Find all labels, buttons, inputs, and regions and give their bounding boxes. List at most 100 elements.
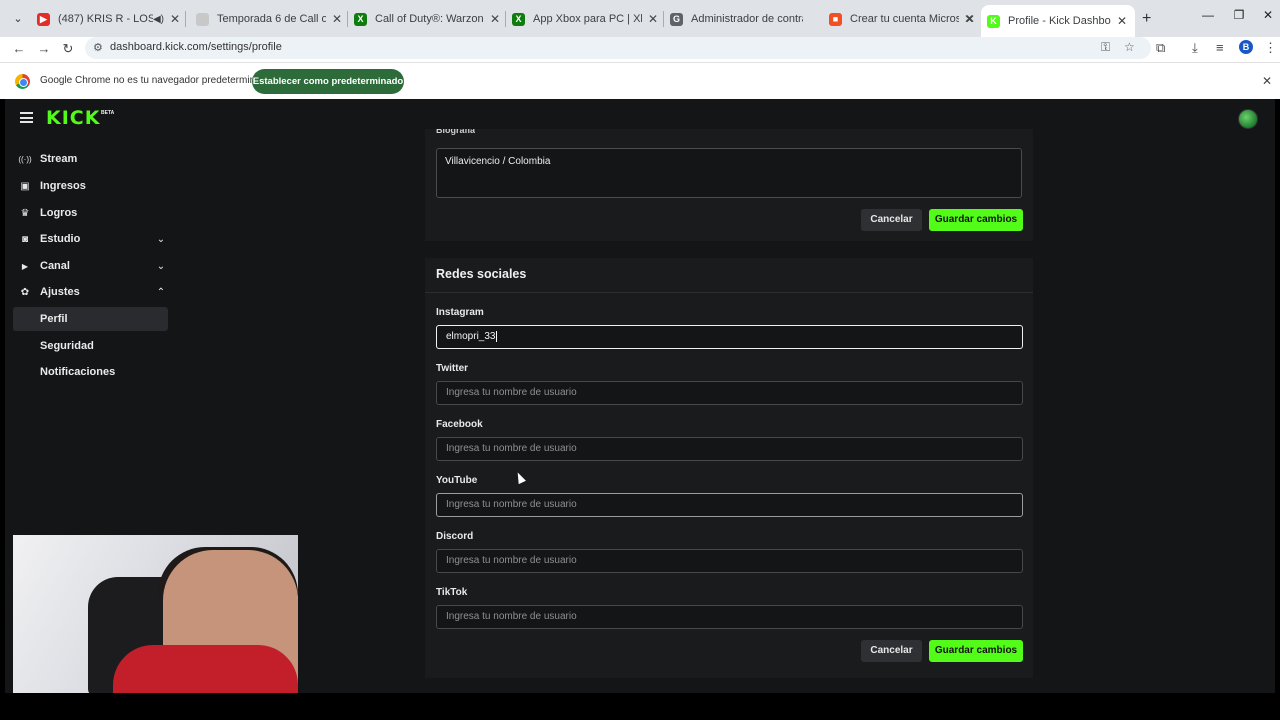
facebook-input[interactable]: Ingresa tu nombre de usuario [436, 437, 1023, 461]
sidebar-item-label: Notificaciones [40, 366, 116, 378]
sidebar-item-ajustes[interactable]: ✿ Ajustes ⌃ [13, 280, 168, 304]
screen: ⌄ ▶ (487) KRIS R - LOS CACORR ◀) ✕ Tempo… [0, 0, 1280, 720]
url-text[interactable]: dashboard.kick.com/settings/profile [110, 41, 282, 53]
tab-title: Call of Duty®: Warzone™ | Xbo [375, 13, 484, 25]
trophy-icon: ♛ [20, 207, 30, 219]
close-icon[interactable]: ✕ [1115, 14, 1129, 28]
infobar-close-icon[interactable]: ✕ [1262, 74, 1272, 88]
social-save-button[interactable]: Guardar cambios [929, 640, 1023, 662]
tiktok-input[interactable]: Ingresa tu nombre de usuario [436, 605, 1023, 629]
xbox-icon: X [512, 12, 525, 26]
page-icon [196, 12, 209, 26]
set-default-button[interactable]: Establecer como predeterminado [252, 69, 404, 94]
sidebar-item-label: Seguridad [40, 340, 94, 352]
tab-title: Profile - Kick Dashboard [1008, 15, 1111, 27]
kick-icon: K [987, 14, 1000, 28]
sidebar-item-label: Perfil [40, 313, 68, 325]
tab-title: Crear tu cuenta Microsoft [850, 13, 959, 25]
hamburger-menu-icon[interactable] [20, 112, 33, 123]
close-icon[interactable]: ✕ [488, 12, 502, 26]
sidebar-item-label: Stream [40, 153, 78, 165]
tab-xbox-app[interactable]: X App Xbox para PC | Xbox ✕ [512, 8, 664, 30]
tab-warzone[interactable]: X Call of Duty®: Warzone™ | Xbo ✕ [354, 8, 506, 30]
divider [425, 292, 1033, 293]
tab-title: App Xbox para PC | Xbox [533, 13, 642, 25]
close-icon[interactable]: ✕ [330, 12, 344, 26]
new-tab-icon[interactable]: + [1142, 10, 1151, 28]
close-icon[interactable]: ✕ [646, 12, 660, 26]
sidebar-item-label: Logros [40, 207, 78, 219]
close-icon[interactable]: ✕ [963, 12, 977, 26]
bio-save-button[interactable]: Guardar cambios [929, 209, 1023, 231]
social-title: Redes sociales [436, 267, 527, 281]
kick-logo[interactable]: KICK [46, 107, 100, 129]
broadcast-icon: ((·)) [18, 154, 32, 164]
download-icon[interactable]: ⤓ [1192, 40, 1198, 56]
discord-label: Discord [436, 531, 474, 542]
facebook-label: Facebook [436, 419, 483, 430]
studio-icon: ◙ [21, 233, 29, 245]
site-info-icon[interactable]: ⚙ [93, 41, 103, 54]
tab-title: Temporada 6 de Call of Duty®: [217, 13, 326, 25]
sidebar-item-seguridad[interactable]: Seguridad [13, 334, 168, 358]
sidebar-item-estudio[interactable]: ◙ Estudio ⌄ [13, 227, 168, 251]
media-icon[interactable]: ≡ [1216, 40, 1224, 55]
key-icon[interactable]: ⚿ [1101, 40, 1110, 55]
xbox-icon: X [354, 12, 367, 26]
google-icon: G [670, 12, 683, 26]
close-icon[interactable]: ✕ [168, 12, 182, 26]
profile-avatar[interactable]: B [1239, 40, 1253, 54]
social-cancel-button[interactable]: Cancelar [861, 640, 922, 662]
youtube-input[interactable]: Ingresa tu nombre de usuario [436, 493, 1023, 517]
forward-icon[interactable]: → [35, 40, 53, 58]
sidebar-item-stream[interactable]: ((·)) Stream [13, 147, 168, 171]
minimize-icon[interactable]: — [1198, 8, 1218, 22]
chrome-menu-icon[interactable]: ⋮ [1264, 40, 1277, 56]
tab-kick-dashboard[interactable]: K Profile - Kick Dashboard ✕ [981, 5, 1135, 37]
kick-dashboard: KICK BETA ((·)) Stream ▣ Ingresos ♛ Logr… [5, 99, 1275, 693]
extensions-icon[interactable]: ⧉ [1156, 40, 1165, 56]
instagram-input[interactable]: elmopri_33 [436, 325, 1023, 349]
window-close-icon[interactable]: ✕ [1258, 8, 1278, 22]
instagram-label: Instagram [436, 307, 484, 318]
sidebar-item-logros[interactable]: ♛ Logros [13, 201, 168, 225]
twitter-input[interactable]: Ingresa tu nombre de usuario [436, 381, 1023, 405]
twitter-label: Twitter [436, 363, 469, 374]
bio-cancel-button[interactable]: Cancelar [861, 209, 922, 231]
tiktok-label: TikTok [436, 587, 468, 598]
sidebar-item-label: Ajustes [40, 286, 80, 298]
tab-title: Administrador de contraseñas [691, 13, 803, 25]
instagram-value: elmopri_33 [446, 331, 496, 342]
chrome-logo-icon [15, 74, 30, 89]
back-icon[interactable]: ← [10, 40, 28, 58]
bottom-letterbox [0, 693, 1280, 720]
chevron-down-icon[interactable]: ⌄ [154, 261, 168, 272]
sidebar-item-ingresos[interactable]: ▣ Ingresos [13, 174, 168, 198]
webcam-overlay [13, 535, 298, 693]
bio-textarea[interactable]: Villavicencio / Colombia [436, 148, 1022, 198]
discord-input[interactable]: Ingresa tu nombre de usuario [436, 549, 1023, 573]
user-avatar[interactable] [1238, 109, 1258, 129]
omnibox[interactable]: ⚙ dashboard.kick.com/settings/profile ⚿ … [85, 37, 1151, 59]
infobar-message: Google Chrome no es tu navegador predete… [40, 75, 272, 86]
tab-microsoft[interactable]: ■ Crear tu cuenta Microsoft ✕ [829, 8, 977, 30]
tab-search-chevron-icon[interactable]: ⌄ [8, 10, 28, 28]
speaker-icon[interactable]: ◀) [153, 14, 164, 25]
sidebar-item-notificaciones[interactable]: Notificaciones [13, 360, 168, 384]
reload-icon[interactable]: ↻ [59, 40, 77, 58]
sidebar-item-canal[interactable]: ▶ Canal ⌄ [13, 254, 168, 278]
restore-icon[interactable]: ❐ [1229, 8, 1249, 22]
browser-tabstrip: ⌄ ▶ (487) KRIS R - LOS CACORR ◀) ✕ Tempo… [0, 0, 1280, 37]
chevron-down-icon[interactable]: ⌄ [154, 234, 168, 245]
sidebar-item-label: Estudio [40, 233, 81, 245]
chevron-up-icon[interactable]: ⌃ [154, 287, 168, 298]
wallet-icon: ▣ [20, 180, 30, 192]
video-icon: ▶ [21, 261, 29, 271]
address-bar-row: ← → ↻ ⚙ dashboard.kick.com/settings/prof… [0, 37, 1280, 62]
sidebar-item-perfil[interactable]: Perfil [13, 307, 168, 331]
tab-cod-season[interactable]: Temporada 6 de Call of Duty®: ✕ [196, 8, 348, 30]
tab-youtube[interactable]: ▶ (487) KRIS R - LOS CACORR ◀) ✕ [37, 8, 186, 30]
microsoft-icon: ■ [829, 12, 842, 26]
default-browser-infobar: Google Chrome no es tu navegador predete… [0, 62, 1280, 99]
bookmark-star-icon[interactable]: ☆ [1124, 40, 1135, 54]
